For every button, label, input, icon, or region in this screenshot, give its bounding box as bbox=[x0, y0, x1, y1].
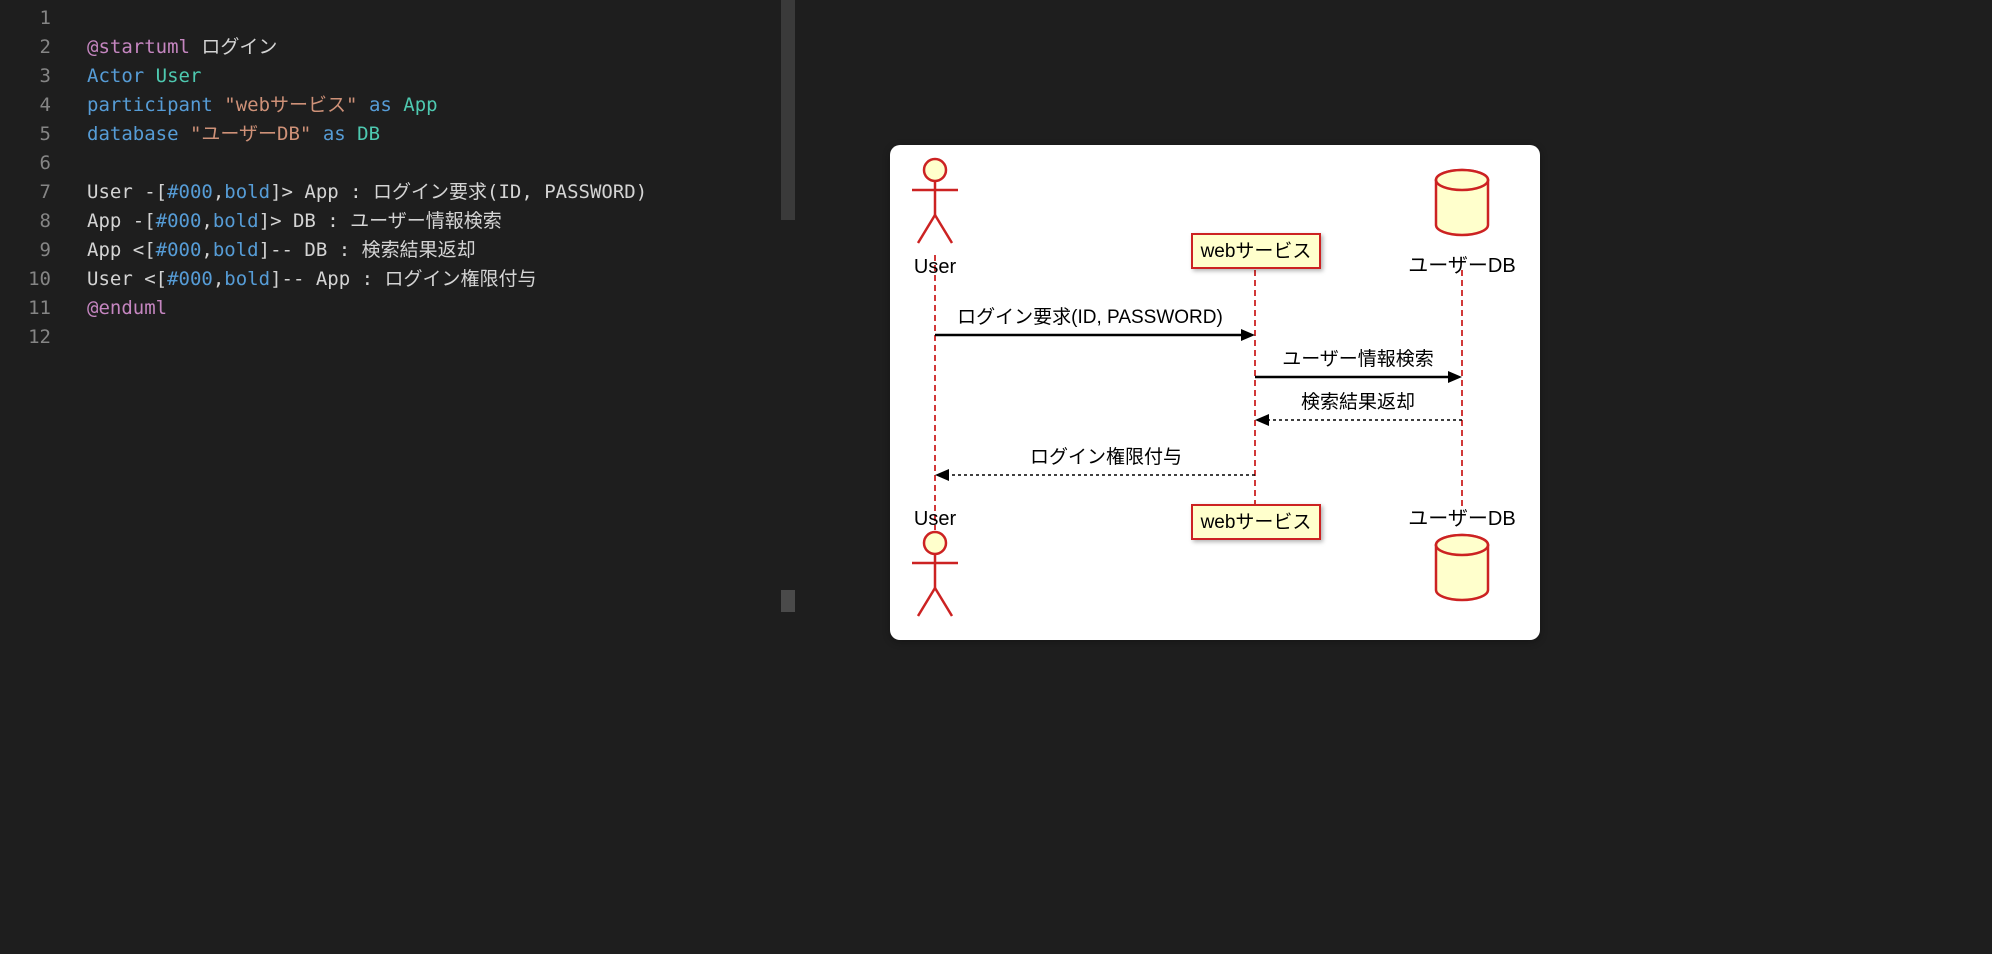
message-3: 検索結果返却 bbox=[1255, 391, 1462, 426]
code-token: , bbox=[201, 210, 212, 232]
code-token: #000 bbox=[156, 239, 202, 261]
message-2-label: ユーザー情報検索 bbox=[1282, 348, 1434, 370]
actor-bottom-label: User bbox=[914, 508, 957, 530]
code-token: database bbox=[87, 123, 179, 145]
code-token: "ユーザーDB" bbox=[190, 123, 311, 145]
line-number: 4 bbox=[0, 91, 75, 120]
message-4-label: ログイン権限付与 bbox=[1030, 446, 1182, 468]
code-token: , bbox=[213, 268, 224, 290]
code-token: App <[ bbox=[87, 239, 156, 261]
code-line[interactable] bbox=[87, 4, 795, 33]
code-token: ログイン bbox=[190, 36, 277, 58]
code-line[interactable]: Actor User bbox=[87, 62, 795, 91]
code-line[interactable]: App <[#000,bold]-- DB : 検索結果返却 bbox=[87, 236, 795, 265]
message-2: ユーザー情報検索 bbox=[1255, 348, 1462, 383]
message-1-label: ログイン要求(ID, PASSWORD) bbox=[957, 306, 1223, 328]
preview-pane: User webサービス ユーザーDB ログイン要求(ID, PASSWORD) bbox=[795, 0, 1992, 954]
code-token: User bbox=[156, 65, 202, 87]
code-token: as bbox=[369, 94, 392, 116]
code-token bbox=[346, 123, 357, 145]
code-token: App -[ bbox=[87, 210, 156, 232]
message-4: ログイン権限付与 bbox=[935, 446, 1255, 481]
actor-icon-top bbox=[912, 159, 958, 243]
code-token: #000 bbox=[167, 268, 213, 290]
code-line[interactable]: participant "webサービス" as App bbox=[87, 91, 795, 120]
minimap[interactable] bbox=[781, 0, 795, 954]
line-number: 2 bbox=[0, 33, 75, 62]
code-token: App bbox=[403, 94, 437, 116]
code-token bbox=[392, 94, 403, 116]
code-token: ]> App : ログイン要求(ID, PASSWORD) bbox=[270, 181, 647, 203]
code-editor-pane[interactable]: 123456789101112 @startuml ログインActor User… bbox=[0, 0, 795, 954]
code-line[interactable]: @startuml ログイン bbox=[87, 33, 795, 62]
code-token bbox=[311, 123, 322, 145]
sequence-diagram-svg: User webサービス ユーザーDB ログイン要求(ID, PASSWORD) bbox=[890, 145, 1540, 640]
line-number: 9 bbox=[0, 236, 75, 265]
code-token: , bbox=[201, 239, 212, 261]
code-token: User <[ bbox=[87, 268, 167, 290]
database-icon-bottom bbox=[1436, 535, 1488, 600]
code-token: @enduml bbox=[87, 297, 167, 319]
line-number: 8 bbox=[0, 207, 75, 236]
code-token: bold bbox=[224, 268, 270, 290]
minimap-slider[interactable] bbox=[781, 590, 795, 612]
code-token: as bbox=[323, 123, 346, 145]
code-token: participant bbox=[87, 94, 213, 116]
line-number: 12 bbox=[0, 323, 75, 352]
line-number: 11 bbox=[0, 294, 75, 323]
message-1: ログイン要求(ID, PASSWORD) bbox=[935, 306, 1255, 341]
actor-top-label: User bbox=[914, 256, 957, 278]
participant-box-top: webサービス bbox=[1192, 234, 1320, 268]
code-token: #000 bbox=[156, 210, 202, 232]
code-token: bold bbox=[224, 181, 270, 203]
participant-bottom-label: webサービス bbox=[1200, 511, 1312, 533]
line-number-gutter: 123456789101112 bbox=[0, 0, 75, 954]
minimap-viewport[interactable] bbox=[781, 0, 795, 220]
code-line[interactable]: User <[#000,bold]-- App : ログイン権限付与 bbox=[87, 265, 795, 294]
line-number: 6 bbox=[0, 149, 75, 178]
code-token: ]-- App : ログイン権限付与 bbox=[270, 268, 536, 290]
code-token bbox=[358, 94, 369, 116]
line-number: 1 bbox=[0, 4, 75, 33]
database-bottom-label: ユーザーDB bbox=[1408, 508, 1515, 530]
code-token: , bbox=[213, 181, 224, 203]
code-line[interactable] bbox=[87, 149, 795, 178]
line-number: 5 bbox=[0, 120, 75, 149]
code-line[interactable]: @enduml bbox=[87, 294, 795, 323]
code-token bbox=[179, 123, 190, 145]
code-token: ]> DB : ユーザー情報検索 bbox=[259, 210, 502, 232]
code-token: DB bbox=[357, 123, 380, 145]
code-token: #000 bbox=[167, 181, 213, 203]
uml-diagram: User webサービス ユーザーDB ログイン要求(ID, PASSWORD) bbox=[890, 145, 1540, 640]
code-token: "webサービス" bbox=[224, 94, 357, 116]
code-token: User -[ bbox=[87, 181, 167, 203]
line-number: 10 bbox=[0, 265, 75, 294]
line-number: 3 bbox=[0, 62, 75, 91]
code-line[interactable]: App -[#000,bold]> DB : ユーザー情報検索 bbox=[87, 207, 795, 236]
participant-top-label: webサービス bbox=[1200, 240, 1312, 262]
code-token: @startuml bbox=[87, 36, 190, 58]
message-3-label: 検索結果返却 bbox=[1301, 391, 1415, 413]
database-icon-top bbox=[1436, 170, 1488, 235]
code-token: bold bbox=[213, 210, 259, 232]
line-number: 7 bbox=[0, 178, 75, 207]
code-line[interactable] bbox=[87, 323, 795, 352]
code-line[interactable]: database "ユーザーDB" as DB bbox=[87, 120, 795, 149]
code-token bbox=[144, 65, 155, 87]
code-token: bold bbox=[213, 239, 259, 261]
code-area[interactable]: @startuml ログインActor Userparticipant "web… bbox=[75, 0, 795, 954]
participant-box-bottom: webサービス bbox=[1192, 505, 1320, 539]
actor-icon-bottom bbox=[912, 532, 958, 616]
code-token: ]-- DB : 検索結果返却 bbox=[259, 239, 476, 261]
code-token: Actor bbox=[87, 65, 144, 87]
code-token bbox=[213, 94, 224, 116]
database-top-label: ユーザーDB bbox=[1408, 255, 1515, 277]
code-line[interactable]: User -[#000,bold]> App : ログイン要求(ID, PASS… bbox=[87, 178, 795, 207]
